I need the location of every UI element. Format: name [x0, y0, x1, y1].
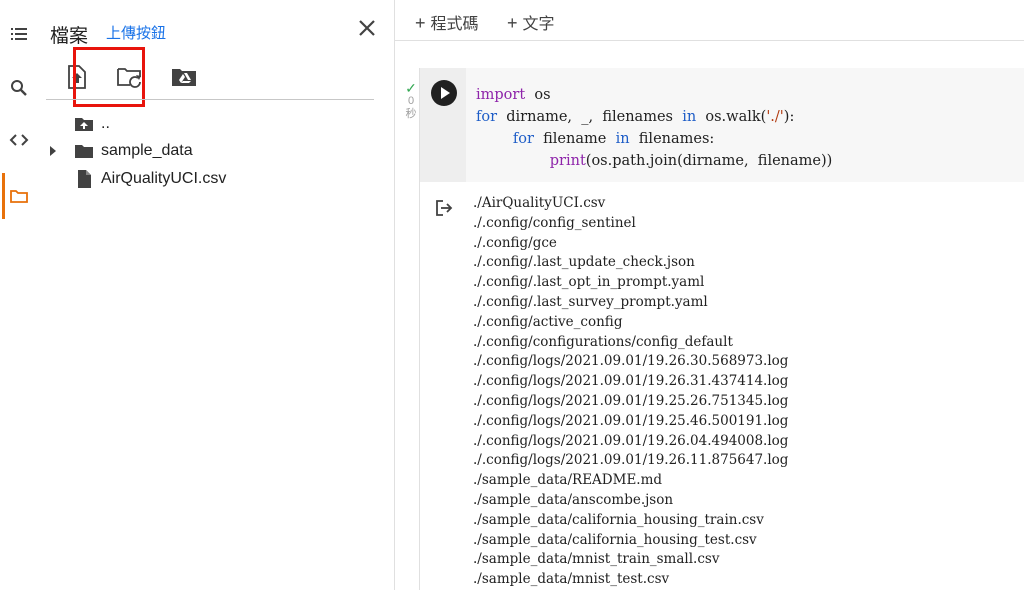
output-line: ./.config/.last_opt_in_prompt.yaml	[473, 274, 705, 291]
code-cell: import os for dirname, _, filenames in o…	[419, 68, 1024, 590]
loop-var: filename	[543, 131, 607, 147]
iterable: filenames:	[638, 131, 715, 147]
output-line: ./sample_data/README.md	[473, 472, 663, 489]
exec-time-unit: 秒	[405, 108, 417, 120]
keyword: for	[476, 109, 498, 125]
folder-icon	[74, 141, 94, 161]
output-line: ./.config/.last_survey_prompt.yaml	[473, 293, 708, 310]
files-panel: 檔案 上傳按鈕 .. sample_data AirQualityUCI.csv	[38, 0, 395, 590]
output-line: ./sample_data/mnist_train_small.csv	[473, 551, 720, 568]
output-line: ./.config/gce	[473, 234, 557, 251]
panel-title: 檔案	[50, 26, 89, 47]
output-line: ./sample_data/anscombe.json	[473, 491, 674, 508]
loop-vars: dirname, _, filenames	[506, 109, 673, 125]
drive-folder-icon	[172, 69, 196, 86]
tree-item-airquality-csv[interactable]: AirQualityUCI.csv	[38, 167, 378, 191]
check-icon: ✓	[405, 80, 417, 96]
cell-output: ./AirQualityUCI.csv ./.config/config_sent…	[473, 194, 788, 590]
tree-item-label: ..	[101, 115, 110, 132]
table-of-contents-icon[interactable]	[0, 16, 38, 52]
upload-button-annotation: 上傳按鈕	[106, 25, 167, 42]
left-rail	[0, 0, 38, 590]
output-line: ./.config/logs/2021.09.01/19.26.11.87564…	[473, 452, 789, 469]
file-icon	[74, 169, 94, 189]
run-cell-button[interactable]	[431, 80, 457, 106]
highlight-box	[73, 47, 145, 107]
keyword: for	[512, 131, 534, 147]
divider	[46, 99, 374, 100]
builtin: print	[549, 153, 586, 169]
tree-item-label: AirQualityUCI.csv	[101, 170, 227, 187]
mount-drive-button[interactable]	[169, 62, 199, 92]
add-text-button[interactable]: + 文字	[507, 10, 555, 34]
call-end: ):	[783, 109, 795, 125]
output-line: ./.config/logs/2021.09.01/19.26.04.49400…	[473, 432, 789, 449]
close-icon[interactable]	[356, 17, 378, 39]
output-line: ./.config/logs/2021.09.01/19.25.26.75134…	[473, 392, 789, 409]
code-snippets-icon[interactable]	[0, 122, 38, 158]
keyword: import	[476, 87, 526, 103]
output-line: ./sample_data/california_housing_test.cs…	[473, 531, 757, 548]
add-code-label: 程式碼	[430, 16, 479, 33]
folder-up-icon	[74, 114, 94, 134]
notebook-toolbar: + 程式碼 + 文字	[395, 0, 1024, 41]
output-line: ./.config/configurations/config_default	[473, 333, 733, 350]
exec-time: 0	[407, 95, 415, 107]
call: os.walk(	[705, 109, 767, 125]
files-folder-icon[interactable]	[0, 178, 38, 214]
output-line: ./AirQualityUCI.csv	[473, 195, 606, 211]
output-line: ./.config/logs/2021.09.01/19.26.31.43741…	[473, 373, 789, 390]
cell-status: ✓ 0 秒	[401, 80, 421, 121]
code-editor[interactable]: import os for dirname, _, filenames in o…	[420, 68, 1024, 182]
output-line: ./.config/config_sentinel	[473, 214, 636, 231]
plus-icon: +	[415, 13, 426, 33]
add-text-label: 文字	[522, 16, 555, 33]
module-name: os	[534, 87, 551, 103]
print-args: (os.path.join(dirname, filename))	[585, 153, 833, 169]
search-icon[interactable]	[0, 70, 38, 106]
output-line: ./.config/logs/2021.09.01/19.26.30.56897…	[473, 353, 789, 370]
output-icon[interactable]	[434, 198, 454, 218]
tree-item-sample-data[interactable]: sample_data	[38, 139, 378, 163]
expand-arrow-icon[interactable]	[50, 146, 56, 156]
string-literal: './'	[766, 109, 784, 125]
keyword: in	[682, 109, 697, 125]
code-text[interactable]: import os for dirname, _, filenames in o…	[476, 84, 832, 172]
output-line: ./.config/logs/2021.09.01/19.25.46.50019…	[473, 412, 789, 429]
output-line: ./.config/active_config	[473, 313, 623, 330]
plus-icon: +	[507, 13, 518, 33]
output-line: ./sample_data/california_housing_train.c…	[473, 511, 764, 528]
output-line: ./sample_data/mnist_test.csv	[473, 571, 670, 588]
output-line: ./.config/.last_update_check.json	[473, 254, 695, 271]
notebook-area: + 程式碼 + 文字 ✓ 0 秒 import os for dirname, _,…	[395, 0, 1024, 590]
keyword: in	[615, 131, 630, 147]
tree-item-parent[interactable]: ..	[38, 112, 378, 136]
add-code-button[interactable]: + 程式碼	[415, 10, 479, 34]
tree-item-label: sample_data	[101, 142, 193, 159]
